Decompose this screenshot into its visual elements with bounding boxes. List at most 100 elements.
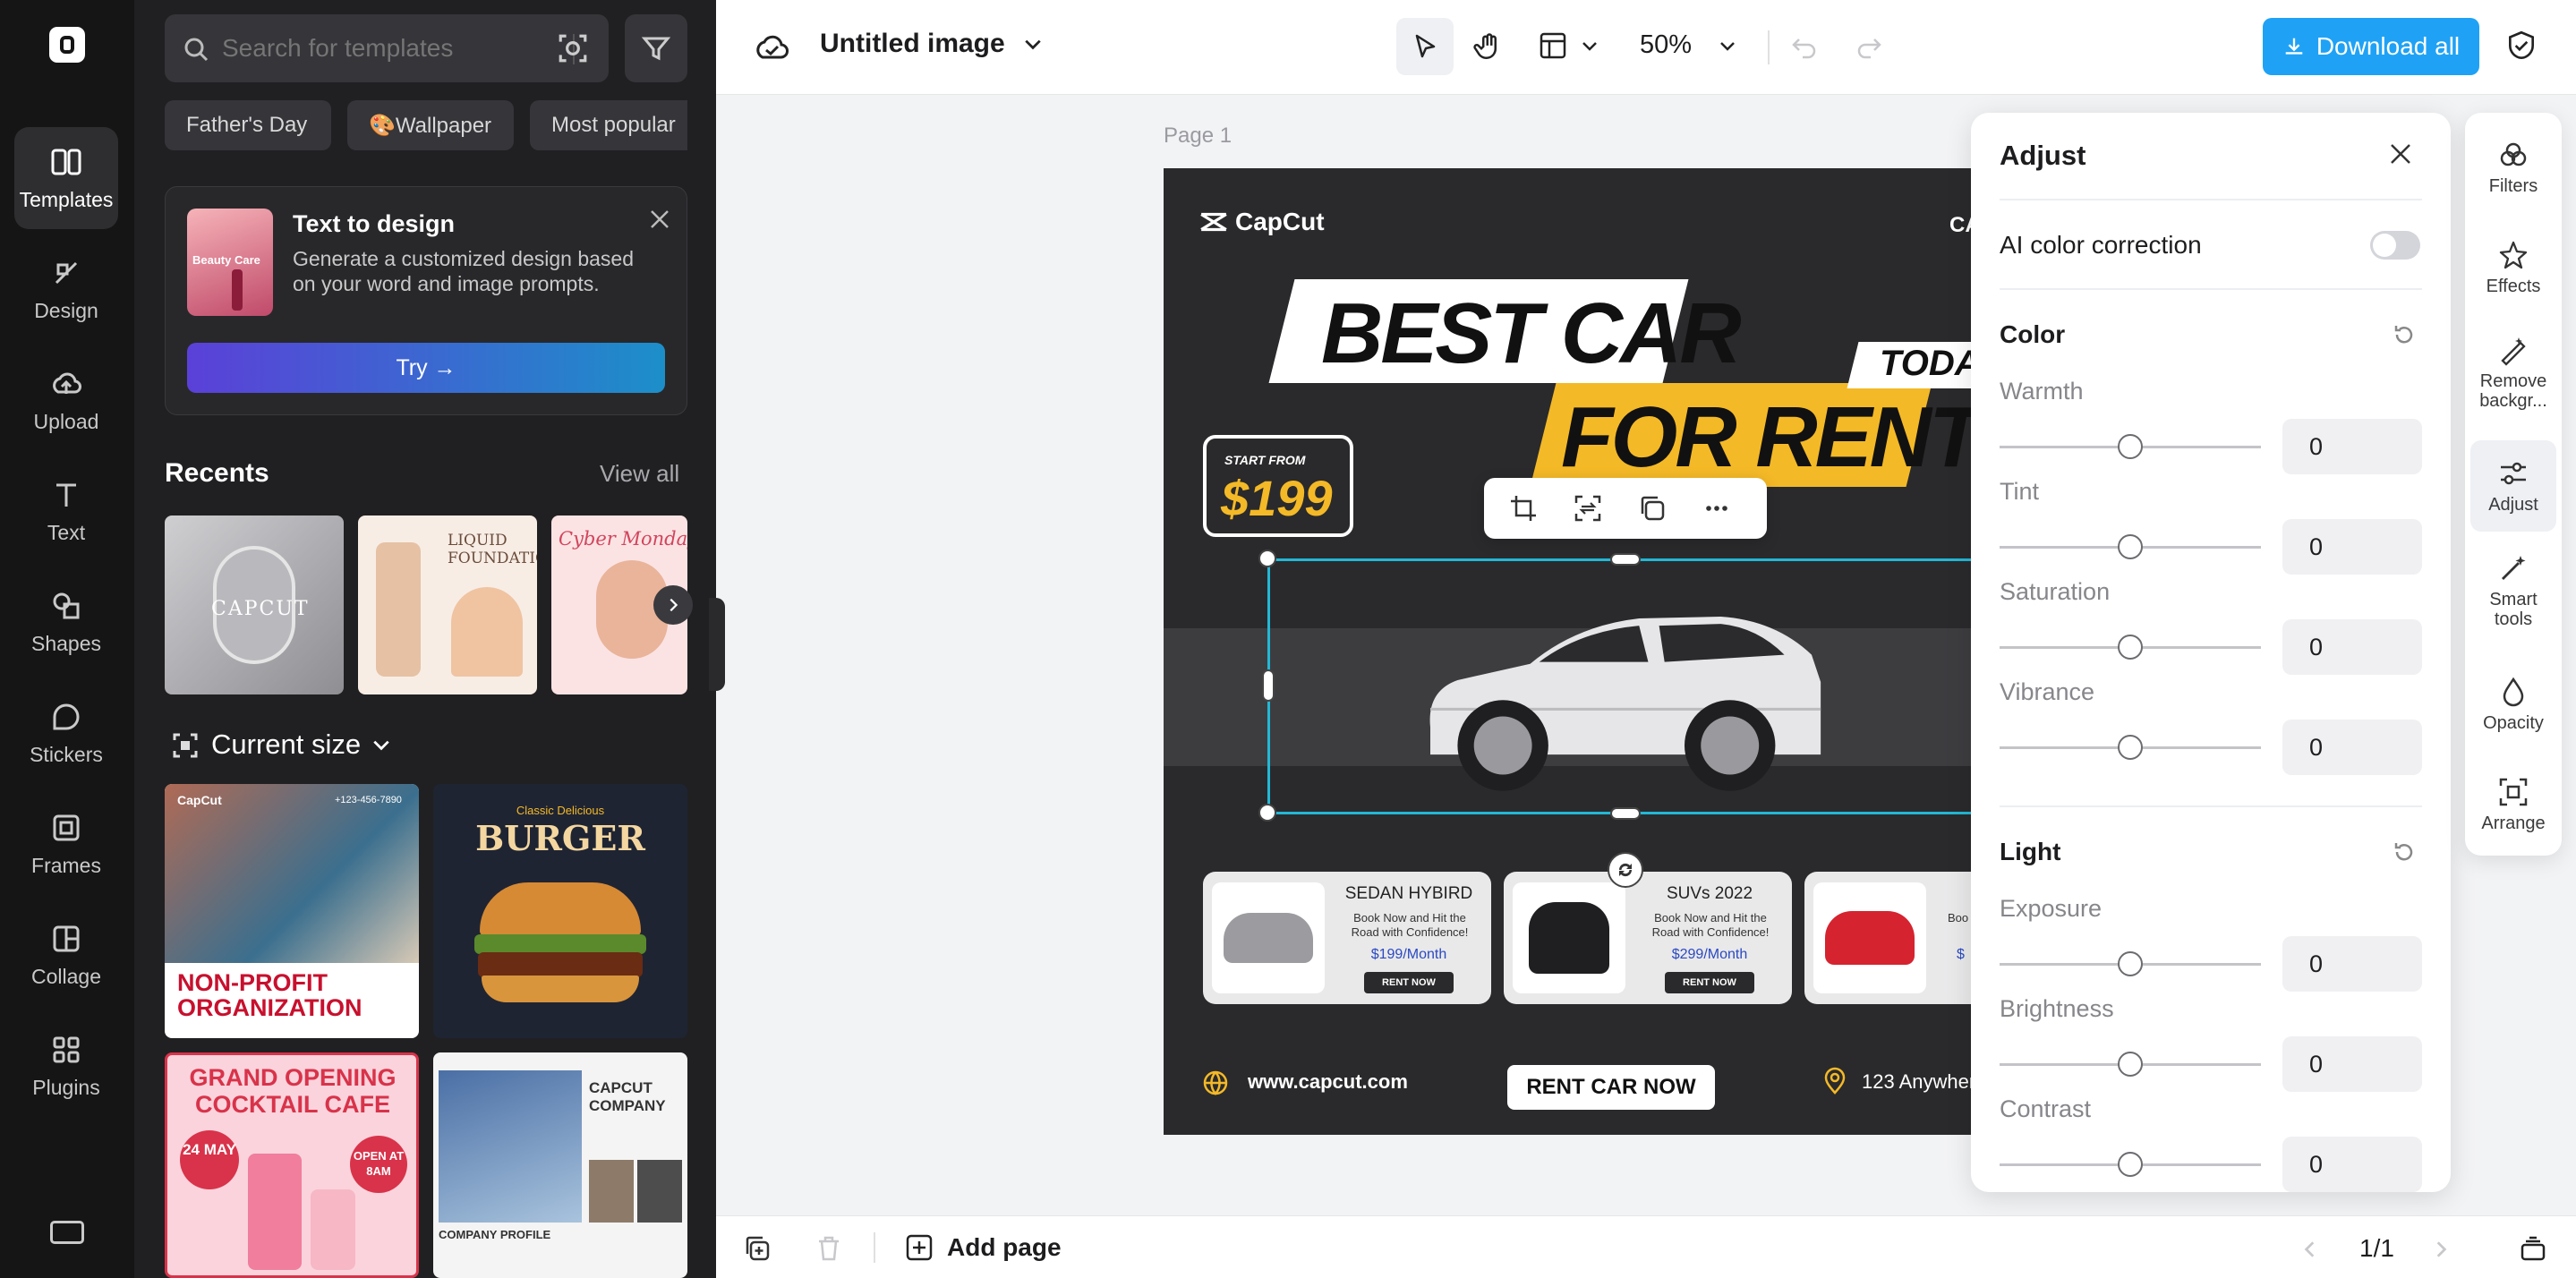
filter-icon <box>641 37 671 61</box>
view-all-link[interactable]: View all <box>600 460 679 488</box>
adjust-panel: Adjust AI color correction Color Warmth … <box>1971 113 2451 1192</box>
reset-icon[interactable] <box>2392 839 2417 865</box>
rail-upload[interactable]: Upload <box>14 349 118 451</box>
crop-icon[interactable] <box>1509 494 1538 523</box>
document-title-dropdown[interactable]: Untitled image <box>820 29 1043 59</box>
color-section-title: Color <box>2000 320 2066 348</box>
filter-button[interactable] <box>625 14 687 82</box>
resize-handle[interactable] <box>1258 804 1276 822</box>
resize-handle[interactable] <box>1258 550 1276 567</box>
rotate-icon <box>1618 863 1633 877</box>
previous-page-icon[interactable] <box>2300 1240 2320 1259</box>
delete-page-icon[interactable] <box>815 1234 843 1263</box>
close-icon[interactable] <box>2388 141 2413 166</box>
try-button[interactable]: Try → <box>187 343 665 393</box>
hand-tool-icon[interactable] <box>1473 30 1506 63</box>
tool-effects[interactable]: Effects <box>2470 222 2556 313</box>
cloud-save-icon[interactable] <box>754 29 789 64</box>
keyboard-icon[interactable] <box>50 1221 84 1244</box>
brightness-slider-knob[interactable] <box>2118 1052 2143 1077</box>
templates-icon <box>51 149 81 175</box>
chip-most-popular[interactable]: Most popular <box>530 100 687 150</box>
reset-icon[interactable] <box>2392 322 2417 347</box>
rail-design[interactable]: Design <box>14 238 118 340</box>
app-logo[interactable] <box>49 27 85 63</box>
exposure-label: Exposure <box>2000 895 2103 922</box>
contrast-label: Contrast <box>2000 1095 2092 1122</box>
tool-filters[interactable]: Filters <box>2470 122 2556 213</box>
tint-slider-knob[interactable] <box>2118 534 2143 559</box>
brightness-value[interactable]: 0 <box>2282 1036 2422 1092</box>
search-input[interactable] <box>222 27 517 70</box>
chip-wallpaper[interactable]: 🎨Wallpaper <box>347 100 514 150</box>
tool-arrange[interactable]: Arrange <box>2470 759 2556 850</box>
template-card[interactable]: Classic Delicious BURGER <box>433 784 687 1038</box>
search-box[interactable] <box>165 14 609 82</box>
duplicate-icon[interactable] <box>1638 494 1667 523</box>
layout-icon <box>1540 32 1566 59</box>
promo-body: Generate a customized design based on yo… <box>293 247 635 295</box>
current-size-dropdown[interactable]: Current size <box>211 728 391 761</box>
undo-icon[interactable] <box>1790 32 1819 61</box>
rail-text[interactable]: Text <box>14 460 118 562</box>
next-page-icon[interactable] <box>2431 1240 2451 1259</box>
resize-handle[interactable] <box>1610 553 1641 566</box>
template-card[interactable]: CapCut +123-456-7890 NON-PROFIT ORGANIZA… <box>165 784 419 1038</box>
rail-stickers[interactable]: Stickers <box>14 682 118 784</box>
tool-remove-background[interactable]: Remove backgr... <box>2470 322 2556 422</box>
contrast-value[interactable]: 0 <box>2282 1137 2422 1192</box>
selection-box[interactable] <box>1267 558 1983 814</box>
car-card-body: Book Now and Hit the Road with Confidenc… <box>1651 911 1770 939</box>
promo-thumb-text: Beauty Care <box>192 253 260 267</box>
warmth-value[interactable]: 0 <box>2282 419 2422 474</box>
tool-opacity[interactable]: Opacity <box>2470 659 2556 750</box>
download-all-button[interactable]: Download all <box>2263 18 2479 75</box>
zoom-dropdown[interactable]: 50% <box>1640 30 1736 60</box>
resize-handle[interactable] <box>1262 669 1275 702</box>
rail-templates[interactable]: Templates <box>14 127 118 229</box>
template-card[interactable]: CAPCUT COMPANY COMPANY PROFILE <box>433 1052 687 1278</box>
layout-dropdown[interactable] <box>1538 30 1599 61</box>
tool-smart-tools[interactable]: Smart tools <box>2470 541 2556 641</box>
duplicate-page-icon[interactable] <box>743 1234 772 1263</box>
vibrance-value[interactable]: 0 <box>2282 720 2422 775</box>
recent-thumbnail[interactable]: CAPCUT <box>165 515 344 694</box>
layers-icon[interactable] <box>2519 1234 2547 1263</box>
rail-frames[interactable]: Frames <box>14 793 118 895</box>
recent-thumbnail[interactable]: LIQUID FOUNDATION <box>358 515 537 694</box>
select-tool-button[interactable] <box>1396 18 1454 75</box>
rail-shapes[interactable]: Shapes <box>14 571 118 673</box>
exposure-value[interactable]: 0 <box>2282 936 2422 992</box>
close-icon[interactable] <box>649 209 670 230</box>
shield-icon[interactable] <box>2504 29 2538 63</box>
resize-handle[interactable] <box>1610 807 1641 820</box>
download-icon <box>2285 38 2303 55</box>
text-to-design-card: Beauty Care Text to design Generate a cu… <box>165 186 687 415</box>
template-card[interactable]: GRAND OPENING COCKTAIL CAFE 24 MAY OPEN … <box>165 1052 419 1278</box>
add-page-button[interactable]: Add page <box>904 1232 1062 1263</box>
vibrance-slider-knob[interactable] <box>2118 735 2143 760</box>
warmth-slider-knob[interactable] <box>2118 434 2143 459</box>
more-options-icon[interactable] <box>1702 494 1731 523</box>
recents-next-button[interactable] <box>653 585 693 625</box>
tool-adjust[interactable]: Adjust <box>2470 440 2556 532</box>
tint-value[interactable]: 0 <box>2282 519 2422 575</box>
stickers-icon <box>53 703 80 729</box>
rail-collage[interactable]: Collage <box>14 904 118 1006</box>
replace-icon[interactable] <box>1574 494 1602 523</box>
panel-collapse-handle[interactable] <box>709 598 725 691</box>
exposure-slider-knob[interactable] <box>2118 951 2143 976</box>
chip-fathers-day[interactable]: Father's Day <box>165 100 331 150</box>
image-search-icon[interactable] <box>557 32 589 64</box>
contrast-slider-knob[interactable] <box>2118 1152 2143 1177</box>
rail-plugins[interactable]: Plugins <box>14 1015 118 1117</box>
saturation-value[interactable]: 0 <box>2282 619 2422 675</box>
shapes-icon <box>53 592 80 618</box>
arrange-icon <box>2499 778 2528 806</box>
rotate-handle[interactable] <box>1608 852 1643 888</box>
saturation-slider-knob[interactable] <box>2118 635 2143 660</box>
ai-color-correction-toggle[interactable] <box>2370 231 2420 260</box>
effects-icon <box>2499 241 2528 269</box>
redo-icon[interactable] <box>1855 32 1883 61</box>
right-tools-panel: Filters Effects Remove backgr... Adjust … <box>2465 113 2562 856</box>
